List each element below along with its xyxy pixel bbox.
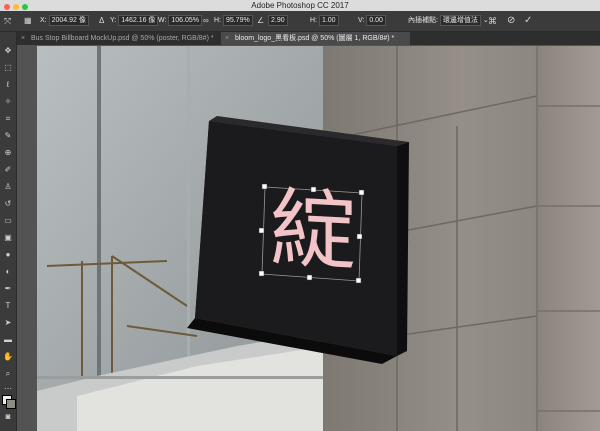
interpolation-label: 內插補點: xyxy=(408,17,438,24)
cancel-transform-icon[interactable]: ⊘ xyxy=(507,11,515,31)
marquee-icon[interactable]: ⬚ xyxy=(3,63,13,73)
commit-transform-icon[interactable]: ✓ xyxy=(524,11,532,31)
x-label: X: xyxy=(40,17,47,24)
options-bar: ⤧ ▦ X: 2004.92 像 Δ Y: 1462.16 像 W: 106.0… xyxy=(0,11,600,32)
hskew-field[interactable]: H: 1.00 xyxy=(310,15,339,26)
x-field[interactable]: X: 2004.92 像 xyxy=(40,15,89,26)
y-label: Y: xyxy=(110,17,117,24)
tab-bus-stop-billboard[interactable]: × Bus Stop Billboard MockUp.psd @ 50% (p… xyxy=(17,32,219,45)
title-bar: Adobe Photoshop CC 2017 xyxy=(0,0,600,11)
lasso-icon[interactable]: ℓ xyxy=(3,80,13,90)
hskew-label: H: xyxy=(310,17,317,24)
path-select-icon[interactable]: ➤ xyxy=(3,318,13,328)
healing-brush-icon[interactable]: ⊕ xyxy=(3,148,13,158)
hand-icon[interactable]: ✋ xyxy=(3,352,13,362)
warp-icon[interactable]: ⌘ xyxy=(488,11,497,31)
h-field[interactable]: H: 95.79% xyxy=(214,15,253,26)
transform-tool-icon[interactable]: ⤧ xyxy=(4,16,14,26)
interpolation-select[interactable]: 環邊增值法 xyxy=(439,15,481,26)
stamp-icon[interactable]: ♙ xyxy=(3,182,13,192)
window-title: Adobe Photoshop CC 2017 xyxy=(251,1,349,10)
history-brush-icon[interactable]: ↺ xyxy=(3,199,13,209)
w-field[interactable]: W: 106.05% xyxy=(158,15,203,26)
link-delta-icon[interactable]: Δ xyxy=(99,11,104,31)
x-input[interactable]: 2004.92 像 xyxy=(48,15,89,26)
quick-mask-icon[interactable]: ◙ xyxy=(3,412,13,422)
close-tab-icon[interactable]: × xyxy=(225,32,229,45)
magic-wand-icon[interactable]: ✧ xyxy=(3,97,13,107)
interpolation-field[interactable]: 內插補點: 環邊增值法 ⌄ xyxy=(408,15,489,26)
more-tools-icon[interactable]: ⋯ xyxy=(3,384,13,394)
zoom-icon[interactable]: ⌕ xyxy=(3,369,13,379)
y-input[interactable]: 1462.16 像 xyxy=(118,15,159,26)
document-canvas[interactable]: 綻 xyxy=(37,46,600,431)
tab-label: bloom_logo_黑看板.psd @ 50% (圖層 1, RGB/8#) … xyxy=(235,35,395,42)
tab-bloom-logo[interactable]: × bloom_logo_黑看板.psd @ 50% (圖層 1, RGB/8#… xyxy=(221,32,410,45)
brush-icon[interactable]: ✐ xyxy=(3,165,13,175)
vskew-field[interactable]: V: 0.00 xyxy=(358,15,386,26)
reference-point-icon[interactable]: ▦ xyxy=(24,16,34,26)
angle-input[interactable]: 2.90 xyxy=(268,15,288,26)
zoom-window-button[interactable] xyxy=(22,4,28,10)
eraser-icon[interactable]: ▭ xyxy=(3,216,13,226)
dodge-icon[interactable]: ◐ xyxy=(3,267,13,277)
close-window-button[interactable] xyxy=(4,4,10,10)
hskew-input[interactable]: 1.00 xyxy=(318,15,339,26)
gradient-icon[interactable]: ▣ xyxy=(3,233,13,243)
eyedropper-icon[interactable]: ✎ xyxy=(3,131,13,141)
rectangle-icon[interactable]: ▬ xyxy=(3,335,13,345)
h-input[interactable]: 95.79% xyxy=(222,15,253,26)
vskew-label: V: xyxy=(358,17,365,24)
background-color-swatch[interactable] xyxy=(6,399,16,409)
y-field[interactable]: Y: 1462.16 像 xyxy=(110,15,159,26)
link-icon[interactable]: ∞ xyxy=(203,11,209,31)
blur-icon[interactable]: ● xyxy=(3,250,13,260)
stone-pillar xyxy=(537,46,600,431)
minimize-window-button[interactable] xyxy=(13,4,19,10)
crop-icon[interactable]: ⌗ xyxy=(3,114,13,124)
sign-glyph: 綻 xyxy=(270,178,356,284)
h-label: H: xyxy=(214,17,221,24)
angle-field[interactable]: 2.90 xyxy=(268,15,288,26)
document-tabs: × Bus Stop Billboard MockUp.psd @ 50% (p… xyxy=(17,32,600,45)
tab-label: Bus Stop Billboard MockUp.psd @ 50% (pos… xyxy=(31,35,214,42)
close-tab-icon[interactable]: × xyxy=(21,32,25,45)
angle-icon: ∠ xyxy=(257,16,265,25)
w-label: W: xyxy=(158,17,167,24)
type-icon[interactable]: T xyxy=(3,301,13,311)
w-input[interactable]: 106.05% xyxy=(168,15,203,26)
pen-icon[interactable]: ✒ xyxy=(3,284,13,294)
move-icon[interactable]: ✥ xyxy=(3,46,13,56)
vskew-input[interactable]: 0.00 xyxy=(366,15,386,26)
tools-panel: ✥ ⬚ ℓ ✧ ⌗ ✎ ⊕ ✐ ♙ ↺ ▭ ▣ ● ◐ ✒ T ➤ ▬ ✋ ⌕ … xyxy=(0,32,17,431)
